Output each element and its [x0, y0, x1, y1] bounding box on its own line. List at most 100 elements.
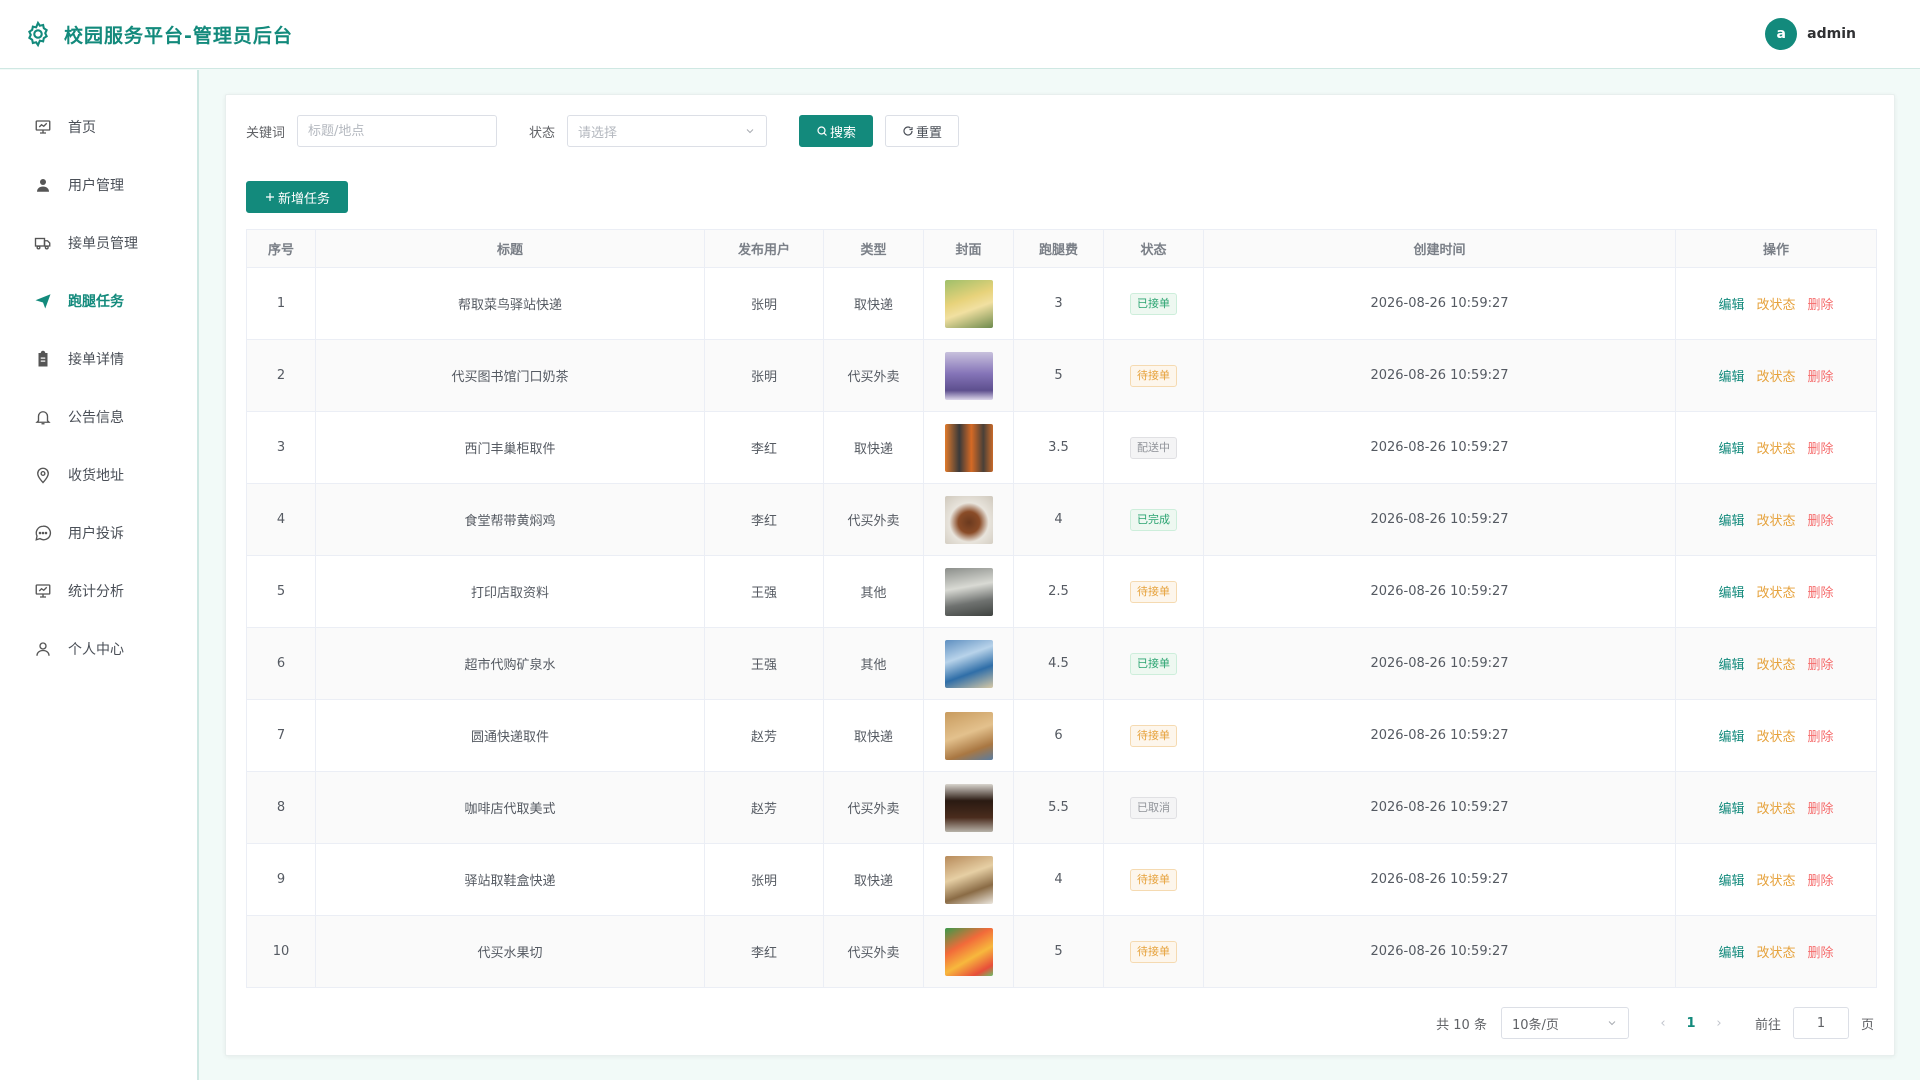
delete-button[interactable]: 删除	[1808, 874, 1834, 889]
sidebar-item-label: 个人中心	[68, 642, 124, 658]
edit-button[interactable]: 编辑	[1718, 370, 1744, 385]
col-header-time[interactable]: 创建时间	[1203, 229, 1676, 268]
sidebar: 首页 用户管理 接单员管理 跑腿任务 接单详情 公告信息 收货地址 用户投诉 统…	[0, 70, 199, 1080]
cell-time: 2026-08-26 10:59:27	[1203, 411, 1676, 484]
edit-button[interactable]: 编辑	[1718, 658, 1744, 673]
search-button[interactable]: 搜索	[799, 115, 874, 147]
change-status-button[interactable]: 改状态	[1756, 874, 1795, 889]
keyword-input[interactable]	[297, 115, 498, 147]
sidebar-item-statistics[interactable]: 统计分析	[0, 562, 197, 620]
change-status-button[interactable]: 改状态	[1756, 514, 1795, 529]
add-task-button-label: 新增任务	[277, 191, 330, 207]
cell-actions: 编辑 改状态 删除	[1675, 699, 1877, 772]
goto-page-input[interactable]	[1792, 1007, 1849, 1039]
delete-button[interactable]: 删除	[1808, 658, 1834, 673]
delete-button[interactable]: 删除	[1808, 298, 1834, 313]
change-status-button[interactable]: 改状态	[1756, 442, 1795, 457]
edit-button[interactable]: 编辑	[1718, 802, 1744, 817]
cell-cover	[923, 555, 1014, 628]
top-header: 校园服务平台-管理员后台 a admin	[0, 0, 1920, 69]
change-status-button[interactable]: 改状态	[1756, 946, 1795, 961]
change-status-button[interactable]: 改状态	[1756, 586, 1795, 601]
cell-actions: 编辑 改状态 删除	[1675, 555, 1877, 628]
cell-type: 取快递	[823, 699, 924, 772]
change-status-button[interactable]: 改状态	[1756, 730, 1795, 745]
cell-fee: 3	[1013, 267, 1104, 340]
cover-image[interactable]	[944, 711, 993, 760]
cover-image[interactable]	[944, 567, 993, 616]
status-select[interactable]: 请选择	[567, 115, 768, 147]
cell-user: 张明	[704, 843, 824, 916]
change-status-button[interactable]: 改状态	[1756, 658, 1795, 673]
cover-image[interactable]	[944, 927, 993, 976]
page-size-select[interactable]: 10条/页	[1500, 1007, 1629, 1039]
col-header-cover[interactable]: 封面	[923, 229, 1014, 268]
cover-image[interactable]	[944, 855, 993, 904]
col-header-title[interactable]: 标题	[315, 229, 705, 268]
delete-button[interactable]: 删除	[1808, 514, 1834, 529]
delete-button[interactable]: 删除	[1808, 730, 1834, 745]
edit-button[interactable]: 编辑	[1718, 874, 1744, 889]
cell-user: 王强	[704, 627, 824, 700]
chat-icon	[35, 525, 52, 541]
sidebar-item-order-details[interactable]: 接单详情	[0, 330, 197, 388]
sidebar-item-label: 跑腿任务	[68, 294, 124, 310]
truck-icon	[34, 237, 51, 250]
edit-button[interactable]: 编辑	[1718, 586, 1744, 601]
col-header-type[interactable]: 类型	[823, 229, 924, 268]
cell-title: 代买水果切	[315, 915, 705, 988]
edit-button[interactable]: 编辑	[1718, 514, 1744, 529]
cover-image[interactable]	[944, 639, 993, 688]
col-header-user[interactable]: 发布用户	[704, 229, 824, 268]
edit-button[interactable]: 编辑	[1718, 442, 1744, 457]
cell-fee: 5.5	[1013, 771, 1104, 844]
sidebar-item-users[interactable]: 用户管理	[0, 156, 197, 214]
change-status-button[interactable]: 改状态	[1756, 370, 1795, 385]
cover-image[interactable]	[944, 351, 993, 400]
edit-button[interactable]: 编辑	[1718, 946, 1744, 961]
cell-cover	[923, 483, 1014, 556]
delete-button[interactable]: 删除	[1808, 442, 1834, 457]
delete-button[interactable]: 删除	[1808, 586, 1834, 601]
sidebar-item-notices[interactable]: 公告信息	[0, 388, 197, 446]
next-page-button[interactable]: ›	[1707, 1016, 1731, 1031]
user-outline-icon	[36, 642, 50, 656]
cell-no: 10	[246, 915, 316, 988]
change-status-button[interactable]: 改状态	[1756, 802, 1795, 817]
sidebar-item-home[interactable]: 首页	[0, 98, 197, 156]
sidebar-item-profile[interactable]: 个人中心	[0, 620, 197, 678]
page-number-current[interactable]: 1	[1675, 1016, 1707, 1031]
edit-button[interactable]: 编辑	[1718, 730, 1744, 745]
col-header-fee[interactable]: 跑腿费	[1013, 229, 1104, 268]
cell-title: 超市代购矿泉水	[315, 627, 705, 700]
cell-actions: 编辑 改状态 删除	[1675, 411, 1877, 484]
col-header-status[interactable]: 状态	[1103, 229, 1204, 268]
cell-cover	[923, 771, 1014, 844]
sidebar-item-tasks[interactable]: 跑腿任务	[0, 272, 197, 330]
cover-image[interactable]	[944, 423, 993, 472]
edit-button[interactable]: 编辑	[1718, 298, 1744, 313]
col-header-actions[interactable]: 操作	[1675, 229, 1877, 268]
avatar[interactable]: a	[1765, 18, 1798, 50]
delete-button[interactable]: 删除	[1808, 370, 1834, 385]
cell-actions: 编辑 改状态 删除	[1675, 843, 1877, 916]
add-task-button[interactable]: 新增任务	[246, 181, 348, 213]
col-header-no[interactable]: 序号	[246, 229, 316, 268]
reset-button[interactable]: 重置	[885, 115, 960, 147]
user-menu[interactable]: a admin	[1765, 18, 1856, 50]
cover-image[interactable]	[944, 495, 993, 544]
sidebar-item-couriers[interactable]: 接单员管理	[0, 214, 197, 272]
prev-page-button[interactable]: ‹	[1651, 1016, 1675, 1031]
delete-button[interactable]: 删除	[1808, 946, 1834, 961]
username[interactable]: admin	[1807, 26, 1856, 42]
delete-button[interactable]: 删除	[1808, 802, 1834, 817]
cell-fee: 5	[1013, 339, 1104, 412]
cover-image[interactable]	[944, 279, 993, 328]
status-badge: 已接单	[1130, 652, 1177, 675]
search-button-label: 搜索	[830, 125, 857, 141]
cover-image[interactable]	[944, 783, 993, 832]
change-status-button[interactable]: 改状态	[1756, 298, 1795, 313]
sidebar-item-complaints[interactable]: 用户投诉	[0, 504, 197, 562]
cell-status: 已接单	[1103, 627, 1204, 700]
sidebar-item-addresses[interactable]: 收货地址	[0, 446, 197, 504]
